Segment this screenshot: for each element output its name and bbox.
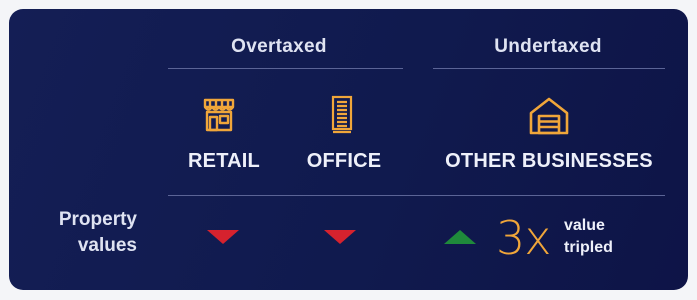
row-divider: [168, 195, 665, 196]
multiplier-value: 3x: [496, 211, 551, 265]
multiplier-note-line1: value: [564, 217, 605, 234]
row-label-line1: Property: [58, 209, 137, 230]
warehouse-garage-icon: [527, 95, 571, 137]
other-businesses-up-triangle: [444, 230, 476, 244]
property-values-label: Property values: [9, 207, 137, 259]
undertaxed-rule: [433, 68, 665, 69]
row-label-line2: values: [77, 235, 137, 256]
overtaxed-heading: Overtaxed: [231, 36, 327, 57]
retail-label: RETAIL: [188, 150, 260, 172]
multiplier-note: value tripled: [564, 215, 613, 259]
multiplier-note-line2: tripled: [564, 239, 613, 256]
storefront-icon: [202, 97, 236, 133]
other-businesses-label: OTHER BUSINESSES: [445, 150, 653, 172]
office-label: OFFICE: [306, 150, 382, 172]
tax-comparison-card: Overtaxed Undertaxed RETAIL OFFICE OTHER…: [9, 9, 688, 290]
undertaxed-heading: Undertaxed: [494, 36, 602, 57]
overtaxed-rule: [168, 68, 403, 69]
retail-down-triangle: [207, 230, 239, 244]
office-building-icon: [331, 95, 353, 135]
office-down-triangle: [324, 230, 356, 244]
